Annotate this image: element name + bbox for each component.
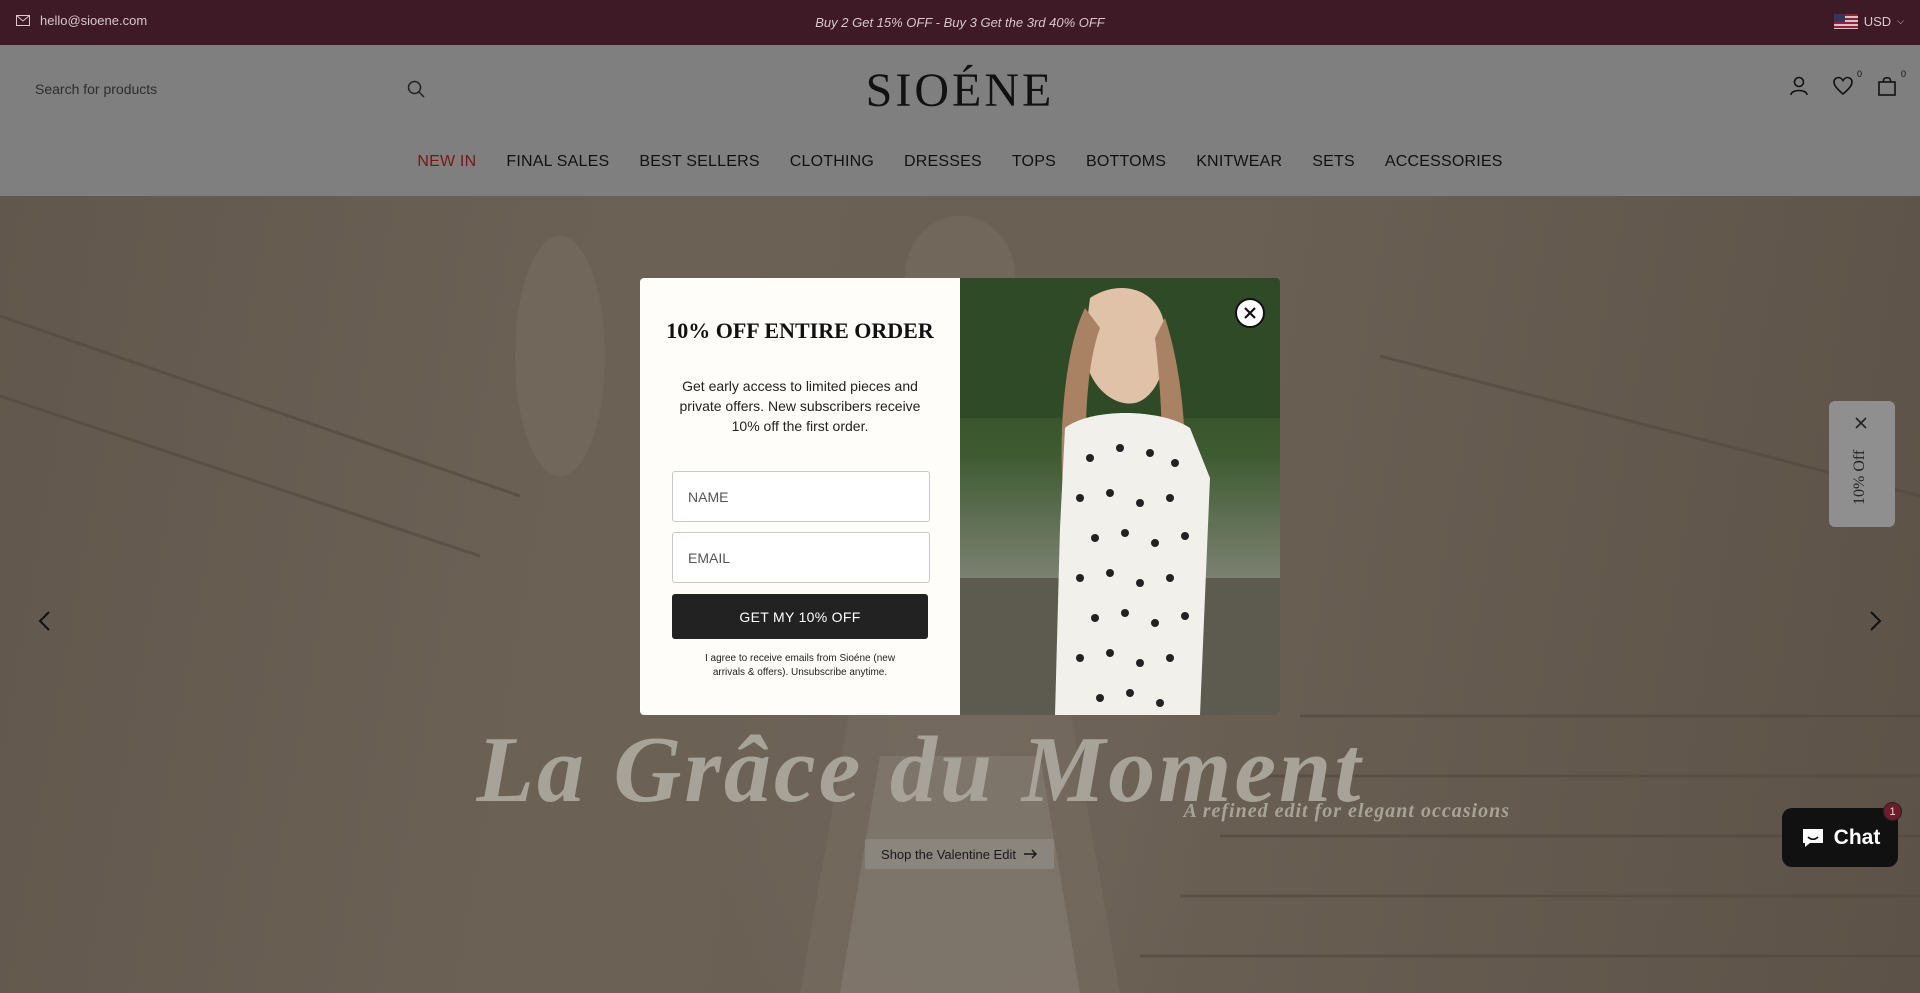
chevron-right-icon <box>1870 611 1882 631</box>
wishlist-button[interactable]: 0 <box>1832 69 1862 97</box>
popup-title: 10% OFF ENTIRE ORDER <box>666 318 934 343</box>
shopping-bag-icon <box>1878 76 1896 96</box>
currency-label: USD <box>1863 14 1892 29</box>
nav-item-new-in[interactable]: NEW IN <box>417 153 476 171</box>
popup-model-image <box>960 278 1280 715</box>
carousel-next-button[interactable] <box>1860 606 1890 636</box>
close-icon[interactable] <box>1854 416 1868 430</box>
chat-label: Chat <box>1833 825 1881 849</box>
cart-button[interactable]: 0 <box>1876 69 1906 97</box>
popup-form-panel: 10% OFF ENTIRE ORDER Get early access to… <box>640 278 960 715</box>
currency-selector[interactable]: USD ⌵ <box>1833 14 1904 29</box>
us-flag-icon <box>1833 14 1858 29</box>
chat-button[interactable]: Chat <box>1782 808 1898 867</box>
chat-notification-badge: 1 <box>1883 802 1902 821</box>
nav-item-accessories[interactable]: ACCESSORIES <box>1385 153 1503 171</box>
nav-item-knitwear[interactable]: KNITWEAR <box>1196 153 1282 171</box>
popup-description: Get early access to limited pieces and p… <box>679 378 921 434</box>
name-field[interactable] <box>672 471 930 522</box>
wishlist-count: 0 <box>1856 69 1862 79</box>
hero-subheadline: A refined edit for elegant occasions <box>1183 800 1510 822</box>
header-actions: 0 0 <box>1788 69 1906 97</box>
popup-close-button[interactable] <box>1235 298 1265 328</box>
newsletter-popup: 10% OFF ENTIRE ORDER Get early access to… <box>640 278 1280 715</box>
account-button[interactable] <box>1788 75 1810 97</box>
nav-item-clothing[interactable]: CLOTHING <box>790 153 874 171</box>
nav-item-final-sales[interactable]: FINAL SALES <box>506 153 609 171</box>
close-icon <box>1244 307 1256 319</box>
site-header: SIOÉNE 0 0 NEW IN FINAL SALES BEST SELLE… <box>0 45 1920 196</box>
email-field[interactable] <box>672 532 930 583</box>
promo-text: Buy 2 Get 15% OFF - Buy 3 Get the 3rd 40… <box>815 15 1105 30</box>
cta-label: Shop the Valentine Edit <box>881 846 1016 862</box>
get-discount-button[interactable]: GET MY 10% OFF <box>672 594 928 639</box>
site-logo[interactable]: SIOÉNE <box>0 63 1920 118</box>
nav-item-tops[interactable]: TOPS <box>1012 153 1056 171</box>
arrow-right-icon <box>1023 849 1038 859</box>
chevron-left-icon <box>38 611 50 631</box>
cart-count: 0 <box>1900 69 1906 79</box>
carousel-prev-button[interactable] <box>30 606 60 636</box>
nav-item-sets[interactable]: SETS <box>1312 153 1355 171</box>
nav-item-bottoms[interactable]: BOTTOMS <box>1086 153 1166 171</box>
user-icon <box>1790 76 1808 96</box>
discount-side-tab[interactable]: 10% Off <box>1829 401 1895 527</box>
heart-icon <box>1833 76 1853 96</box>
chevron-down-icon: ⌵ <box>1897 16 1904 26</box>
chat-bubble-icon <box>1802 828 1823 847</box>
consent-text: I agree to receive emails from Sioéne (n… <box>704 653 896 678</box>
nav-item-dresses[interactable]: DRESSES <box>904 153 982 171</box>
nav-item-best-sellers[interactable]: BEST SELLERS <box>639 153 759 171</box>
announcement-bar: hello@sioene.com Buy 2 Get 15% OFF - Buy… <box>0 0 1920 45</box>
shop-valentine-button[interactable]: Shop the Valentine Edit <box>865 839 1054 869</box>
main-navigation: NEW IN FINAL SALES BEST SELLERS CLOTHING… <box>0 153 1920 171</box>
side-tab-label: 10% Off <box>1851 449 1868 505</box>
model-photo <box>960 278 1280 715</box>
